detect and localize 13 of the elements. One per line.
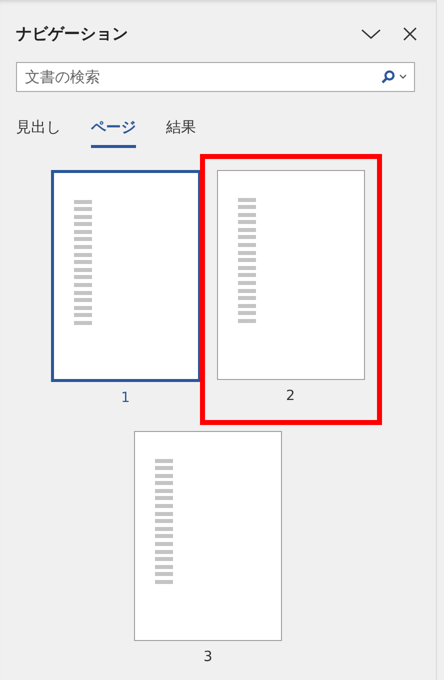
page-thumbnail[interactable] bbox=[216, 170, 364, 380]
page-number: 1 bbox=[121, 388, 130, 408]
page-number: 2 bbox=[286, 386, 295, 406]
tab[interactable]: 見出し bbox=[16, 116, 61, 148]
search-field[interactable]: 文書の検索 bbox=[16, 62, 415, 92]
search-icon[interactable] bbox=[381, 70, 395, 84]
page-number: 3 bbox=[204, 648, 212, 666]
page-thumbnail[interactable] bbox=[50, 170, 200, 382]
tab[interactable]: ページ bbox=[91, 116, 136, 148]
page-thumbnail[interactable] bbox=[134, 430, 282, 640]
panel-title: ナビゲーション bbox=[16, 24, 129, 44]
tab[interactable]: 結果 bbox=[166, 116, 196, 148]
dropdown-caret-icon[interactable] bbox=[399, 74, 407, 80]
